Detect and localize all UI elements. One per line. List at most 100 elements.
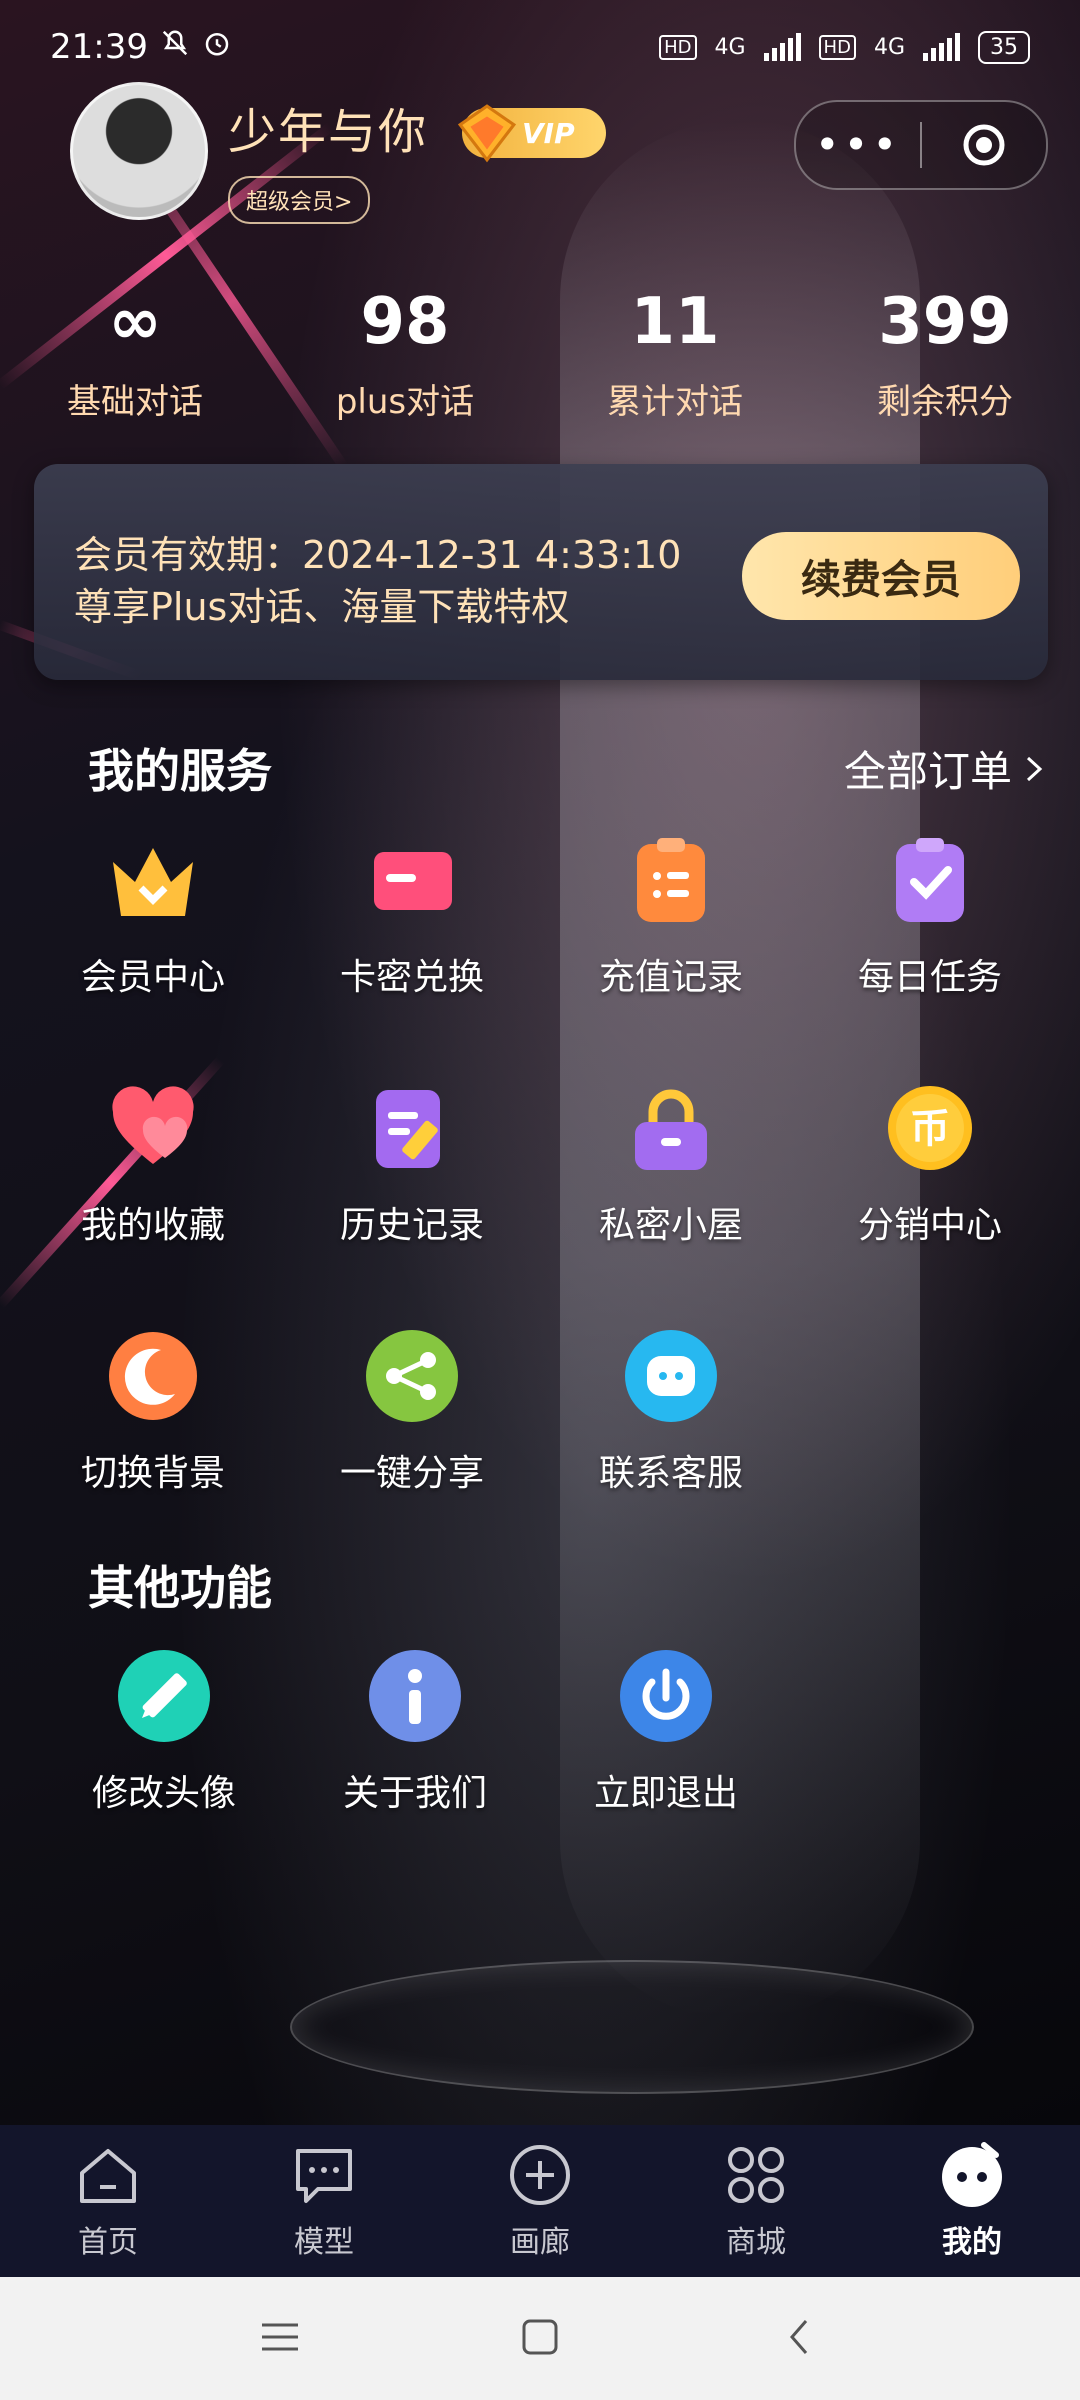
stat-label: 剩余积分 — [877, 382, 1013, 422]
system-navigation-bar — [0, 2277, 1080, 2400]
other-title: 其他功能 — [88, 1561, 272, 1615]
tab-label: 首页 — [78, 2225, 138, 2260]
renew-membership-button[interactable]: 续费会员 — [742, 532, 1020, 620]
hd-icon: HD — [818, 34, 856, 60]
service-label: 会员中心 — [80, 957, 225, 998]
tab-home[interactable]: 首页 — [0, 2125, 216, 2277]
stat-value: ∞ — [108, 285, 162, 359]
tab-label: 商城 — [726, 2225, 786, 2260]
all-orders-label: 全部订单 — [843, 747, 1012, 796]
stat-label: 基础对话 — [67, 382, 203, 422]
info-icon — [365, 1646, 465, 1746]
document-edit-icon — [362, 1078, 462, 1178]
message-icon — [290, 2141, 358, 2209]
moon-icon — [103, 1326, 203, 1426]
clipboard-check-icon — [880, 830, 980, 930]
stat-plus-chat[interactable]: 98 plus对话 — [270, 282, 540, 423]
chat-bubble-icon — [621, 1326, 721, 1426]
service-label: 充值记录 — [598, 957, 743, 998]
crown-icon — [103, 830, 203, 930]
service-distribution[interactable]: 币 分销中心 — [802, 1078, 1058, 1248]
service-member-center[interactable]: 会员中心 — [25, 830, 281, 1000]
network-label-1: 4G — [714, 34, 746, 60]
super-member-badge[interactable]: 超级会员> — [228, 176, 371, 224]
service-recharge-history[interactable]: 充值记录 — [543, 830, 799, 1000]
tab-label: 模型 — [294, 2225, 354, 2260]
more-icon[interactable]: ••• — [796, 124, 920, 166]
home-square-icon[interactable] — [520, 2317, 560, 2361]
service-label: 历史记录 — [339, 1205, 484, 1246]
power-icon — [616, 1646, 716, 1746]
service-history[interactable]: 历史记录 — [284, 1078, 540, 1248]
menu-icon[interactable] — [260, 2317, 300, 2361]
service-label: 切换背景 — [80, 1453, 225, 1494]
service-favorites[interactable]: 我的收藏 — [25, 1078, 281, 1248]
stat-basic-chat[interactable]: ∞ 基础对话 — [0, 282, 270, 423]
avatar[interactable] — [70, 82, 208, 220]
service-daily-tasks[interactable]: 每日任务 — [802, 830, 1058, 1000]
tab-store[interactable]: 商城 — [648, 2125, 864, 2277]
plus-circle-icon — [506, 2141, 574, 2209]
network-label-2: 4G — [873, 34, 905, 60]
all-orders-link[interactable]: 全部订单 — [844, 738, 1046, 799]
username: 少年与你 — [228, 104, 429, 160]
bottom-tab-bar: 首页 模型 画廊 商城 我的 — [0, 2125, 1080, 2277]
other-label: 立即退出 — [593, 1773, 738, 1814]
membership-expiry: 会员有效期：2024-12-31 4:33:10 — [74, 533, 682, 577]
other-change-avatar[interactable]: 修改头像 — [36, 1646, 292, 1816]
vip-badge: VIP — [457, 104, 606, 163]
coin-icon: 币 — [880, 1078, 980, 1178]
card-icon — [362, 830, 462, 930]
tab-label: 我的 — [942, 2225, 1002, 2260]
miniapp-capsule: ••• — [794, 100, 1048, 190]
back-icon[interactable] — [780, 2317, 820, 2361]
stat-points[interactable]: 399 剩余积分 — [810, 282, 1080, 423]
other-logout[interactable]: 立即退出 — [538, 1646, 794, 1816]
stats-row: ∞ 基础对话 98 plus对话 11 累计对话 399 剩余积分 — [0, 282, 1080, 423]
svg-text:币: 币 — [910, 1106, 950, 1152]
diamond-icon — [457, 104, 517, 163]
stat-total-chat[interactable]: 11 累计对话 — [540, 282, 810, 423]
vip-label: VIP — [522, 116, 575, 150]
tab-gallery[interactable]: 画廊 — [432, 2125, 648, 2277]
service-share[interactable]: 一键分享 — [284, 1326, 540, 1496]
lock-icon — [621, 1078, 721, 1178]
service-label: 一键分享 — [339, 1453, 484, 1494]
mute-bell-icon — [160, 27, 190, 67]
tab-mine[interactable]: 我的 — [864, 2125, 1080, 2277]
grid-icon — [722, 2141, 790, 2209]
chevron-right-icon — [1026, 756, 1043, 781]
service-label: 私密小屋 — [598, 1205, 743, 1246]
signal-icon — [763, 33, 801, 61]
service-private-room[interactable]: 私密小屋 — [543, 1078, 799, 1248]
service-card-redeem[interactable]: 卡密兑换 — [284, 830, 540, 1000]
battery-level: 35 — [990, 34, 1018, 60]
stat-value: 11 — [630, 285, 720, 359]
heart-icon — [103, 1078, 203, 1178]
service-label: 每日任务 — [857, 957, 1002, 998]
battery-icon: 35 — [978, 30, 1030, 64]
service-label: 分销中心 — [857, 1205, 1002, 1246]
pencil-icon — [114, 1646, 214, 1746]
clipboard-list-icon — [621, 830, 721, 930]
other-label: 关于我们 — [342, 1773, 487, 1814]
service-switch-background[interactable]: 切换背景 — [25, 1326, 281, 1496]
alarm-icon — [202, 27, 232, 67]
status-time: 21:39 — [50, 27, 148, 67]
membership-benefits: 尊享Plus对话、海量下载特权 — [74, 585, 570, 629]
home-icon — [74, 2141, 142, 2209]
service-label: 联系客服 — [598, 1453, 743, 1494]
signal-icon — [923, 33, 960, 61]
close-target-icon[interactable] — [922, 121, 1046, 169]
tab-model[interactable]: 模型 — [216, 2125, 432, 2277]
other-label: 修改头像 — [91, 1773, 236, 1814]
stat-value: 399 — [878, 285, 1012, 359]
other-about-us[interactable]: 关于我们 — [287, 1646, 543, 1816]
stat-value: 98 — [360, 285, 450, 359]
service-customer-support[interactable]: 联系客服 — [543, 1326, 799, 1496]
service-label: 我的收藏 — [80, 1205, 225, 1246]
stat-label: 累计对话 — [607, 382, 743, 422]
membership-card: 会员有效期：2024-12-31 4:33:10 尊享Plus对话、海量下载特权… — [34, 464, 1048, 680]
share-icon — [362, 1326, 462, 1426]
tab-label: 画廊 — [510, 2225, 570, 2260]
